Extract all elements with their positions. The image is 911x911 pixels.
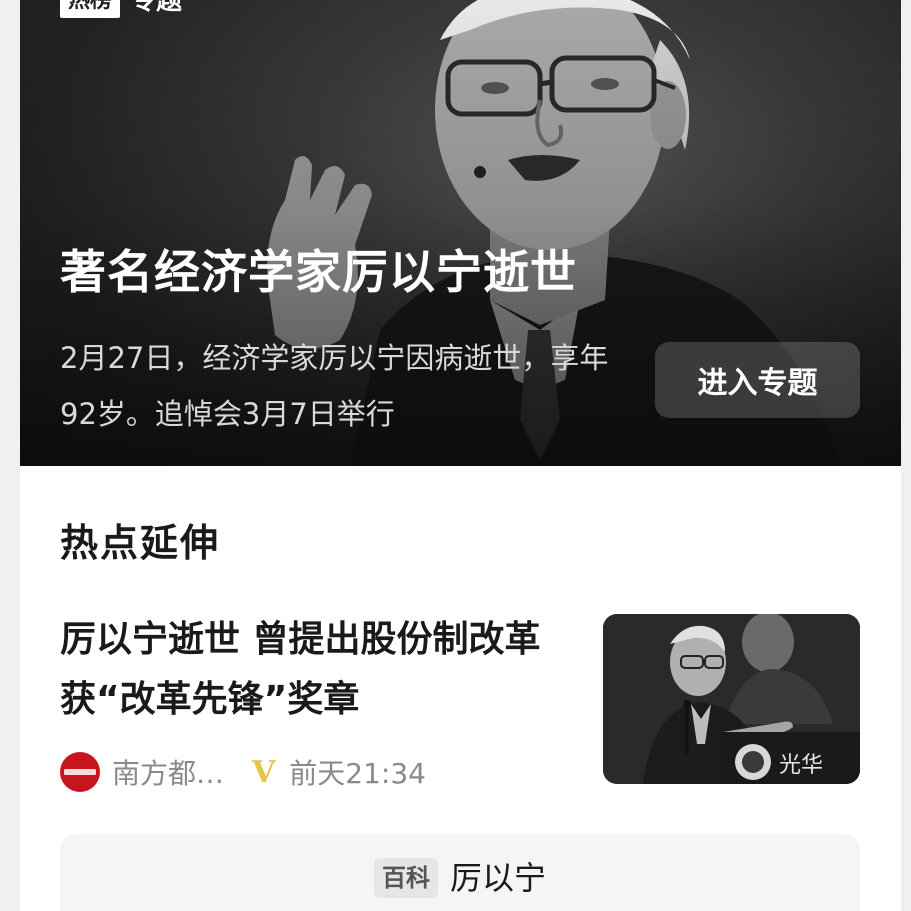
podium-text: 光华 xyxy=(779,753,823,778)
page: 热榜 专题 著名经济学家厉以宁逝世 2月27日，经济学家厉以宁因病逝世，享年92… xyxy=(20,0,901,911)
article-thumbnail[interactable]: 光华 xyxy=(603,614,860,784)
source-name[interactable]: 南方都… xyxy=(112,752,224,792)
thumbnail-image: 光华 xyxy=(603,614,860,784)
verified-v-icon: V xyxy=(252,754,276,790)
encyclopedia-tag: 百科 xyxy=(373,858,438,898)
topic-banner[interactable]: 热榜 专题 著名经济学家厉以宁逝世 2月27日，经济学家厉以宁因病逝世，享年92… xyxy=(20,0,901,466)
hot-list-pill: 热榜 xyxy=(60,0,121,18)
topic-title: 著名经济学家厉以宁逝世 xyxy=(60,245,577,299)
article-meta: 南方都… V 前天21:34 xyxy=(60,752,426,792)
encyclopedia-entry-name[interactable]: 厉以宁 xyxy=(450,858,546,898)
source-logo-icon xyxy=(60,752,100,792)
section-title: 热点延伸 xyxy=(60,521,221,565)
news-article-card[interactable]: 厉以宁逝世 曾提出股份制改革获“改革先锋”奖章 南方都… V 前天21:34 光… xyxy=(60,606,860,796)
source-logo-mark xyxy=(64,769,96,775)
article-title[interactable]: 厉以宁逝世 曾提出股份制改革获“改革先锋”奖章 xyxy=(60,610,580,730)
hot-topic-tag: 热榜 专题 xyxy=(60,0,182,18)
topic-description: 2月27日，经济学家厉以宁因病逝世，享年92岁。追悼会3月7日举行 xyxy=(60,341,609,431)
enter-topic-button[interactable]: 进入专题 xyxy=(655,342,860,418)
topic-label: 专题 xyxy=(130,0,183,16)
publish-time: 前天21:34 xyxy=(289,757,426,790)
encyclopedia-card[interactable]: 百科 厉以宁 xyxy=(60,834,860,911)
